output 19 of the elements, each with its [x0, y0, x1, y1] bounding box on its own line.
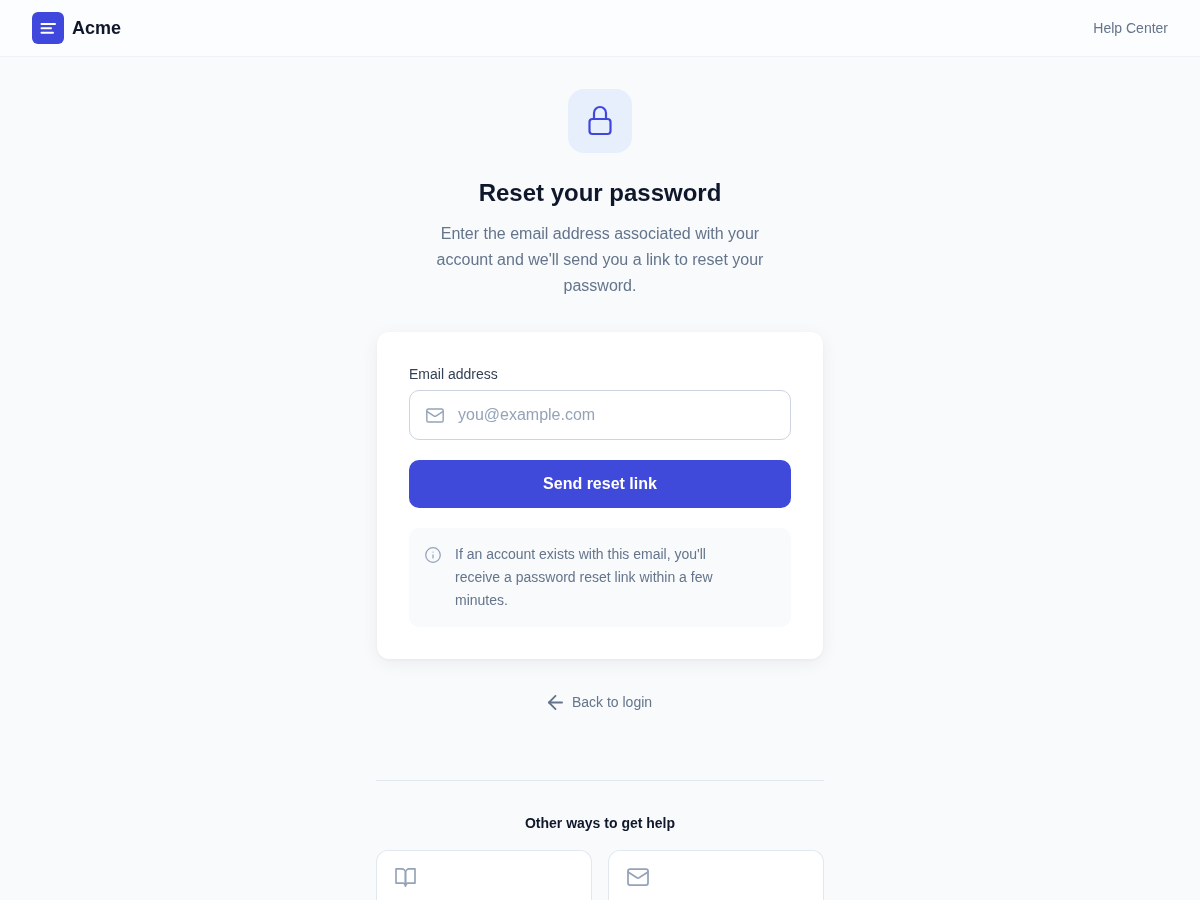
info-icon — [425, 547, 441, 563]
logo-icon — [32, 12, 64, 44]
mail-icon — [627, 868, 649, 886]
email-field[interactable]: you@example.com — [409, 390, 791, 440]
arrow-left-icon — [547, 694, 563, 710]
help-option-card[interactable] — [376, 850, 592, 900]
help-center-link[interactable]: Help Center — [1093, 18, 1168, 38]
brand-name: Acme — [72, 17, 122, 40]
notice-text: If an account exists with this email, you'll receive a password reset link within a few minutes. — [455, 545, 714, 610]
page-subtitle: Enter the email address associated with your account and we'll send you a link to reset your password. — [435, 224, 765, 296]
book-icon — [395, 868, 416, 887]
help-heading: Other ways to get help — [524, 814, 676, 833]
email-label: Email address — [409, 365, 498, 384]
page-title: Reset your password — [478, 178, 722, 208]
mail-icon — [426, 408, 444, 423]
lock-icon — [568, 89, 632, 153]
help-option-card[interactable] — [608, 850, 824, 900]
send-reset-link-button[interactable]: Send reset link — [409, 460, 791, 508]
back-to-login-link[interactable]: Back to login — [547, 692, 653, 712]
